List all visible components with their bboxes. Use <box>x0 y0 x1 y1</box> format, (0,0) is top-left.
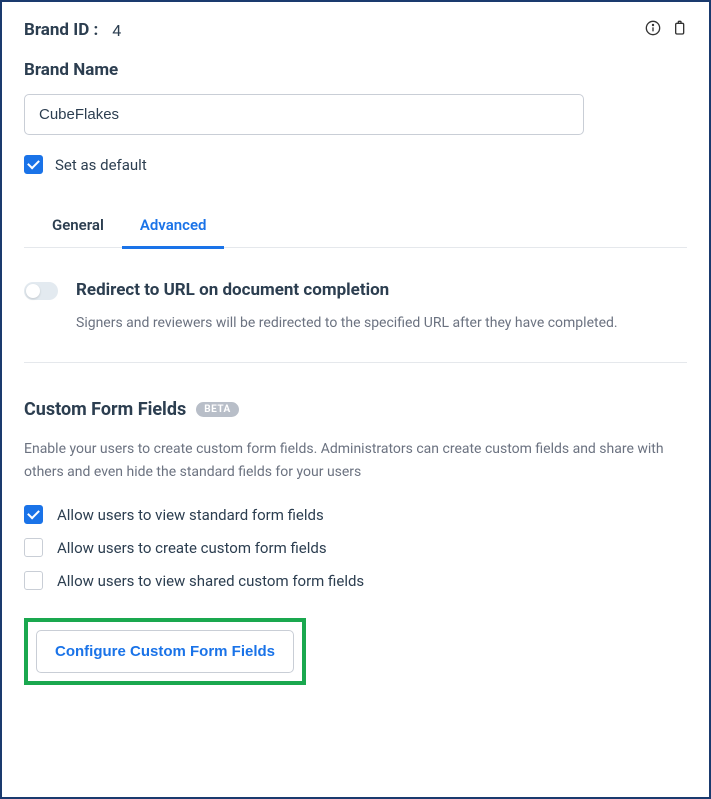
option-view-shared-checkbox[interactable] <box>24 571 43 590</box>
custom-fields-section: Custom Form Fields BETA Enable your user… <box>24 399 687 685</box>
option-create-custom-label: Allow users to create custom form fields <box>57 539 327 557</box>
configure-custom-fields-button[interactable]: Configure Custom Form Fields <box>36 630 294 673</box>
set-default-checkbox[interactable] <box>24 155 43 174</box>
clipboard-icon[interactable] <box>671 20 687 40</box>
redirect-content: Redirect to URL on document completion S… <box>76 280 687 334</box>
brand-name-input[interactable] <box>24 94 584 135</box>
brand-id-label: Brand ID : <box>24 20 98 40</box>
tab-general[interactable]: General <box>34 206 122 249</box>
redirect-toggle[interactable] <box>24 282 58 300</box>
beta-badge: BETA <box>196 402 239 417</box>
option-create-custom-checkbox[interactable] <box>24 538 43 557</box>
header-row: Brand ID : 4 <box>24 20 687 40</box>
option-view-standard-checkbox[interactable] <box>24 505 43 524</box>
configure-highlight: Configure Custom Form Fields <box>24 618 306 685</box>
set-default-row: Set as default <box>24 155 687 174</box>
custom-fields-title: Custom Form Fields <box>24 399 186 420</box>
info-icon[interactable] <box>645 20 661 40</box>
header-icons <box>645 20 687 40</box>
tabs: General Advanced <box>24 206 687 248</box>
custom-fields-desc: Enable your users to create custom form … <box>24 438 687 483</box>
option-view-shared-label: Allow users to view shared custom form f… <box>57 572 364 590</box>
brand-name-label: Brand Name <box>24 60 687 80</box>
custom-fields-options: Allow users to view standard form fields… <box>24 505 687 590</box>
option-view-standard-label: Allow users to view standard form fields <box>57 506 324 524</box>
brand-settings-panel: Brand ID : 4 Brand Name Set as default G… <box>0 0 711 799</box>
set-default-label: Set as default <box>55 156 147 174</box>
option-create-custom: Allow users to create custom form fields <box>24 538 687 557</box>
redirect-desc: Signers and reviewers will be redirected… <box>76 312 687 334</box>
custom-fields-header: Custom Form Fields BETA <box>24 399 687 420</box>
option-view-shared: Allow users to view shared custom form f… <box>24 571 687 590</box>
tab-advanced[interactable]: Advanced <box>122 206 225 249</box>
redirect-title: Redirect to URL on document completion <box>76 280 687 300</box>
brand-id-group: Brand ID : 4 <box>24 20 121 40</box>
redirect-section: Redirect to URL on document completion S… <box>24 248 687 363</box>
option-view-standard: Allow users to view standard form fields <box>24 505 687 524</box>
brand-id-value: 4 <box>112 21 121 40</box>
